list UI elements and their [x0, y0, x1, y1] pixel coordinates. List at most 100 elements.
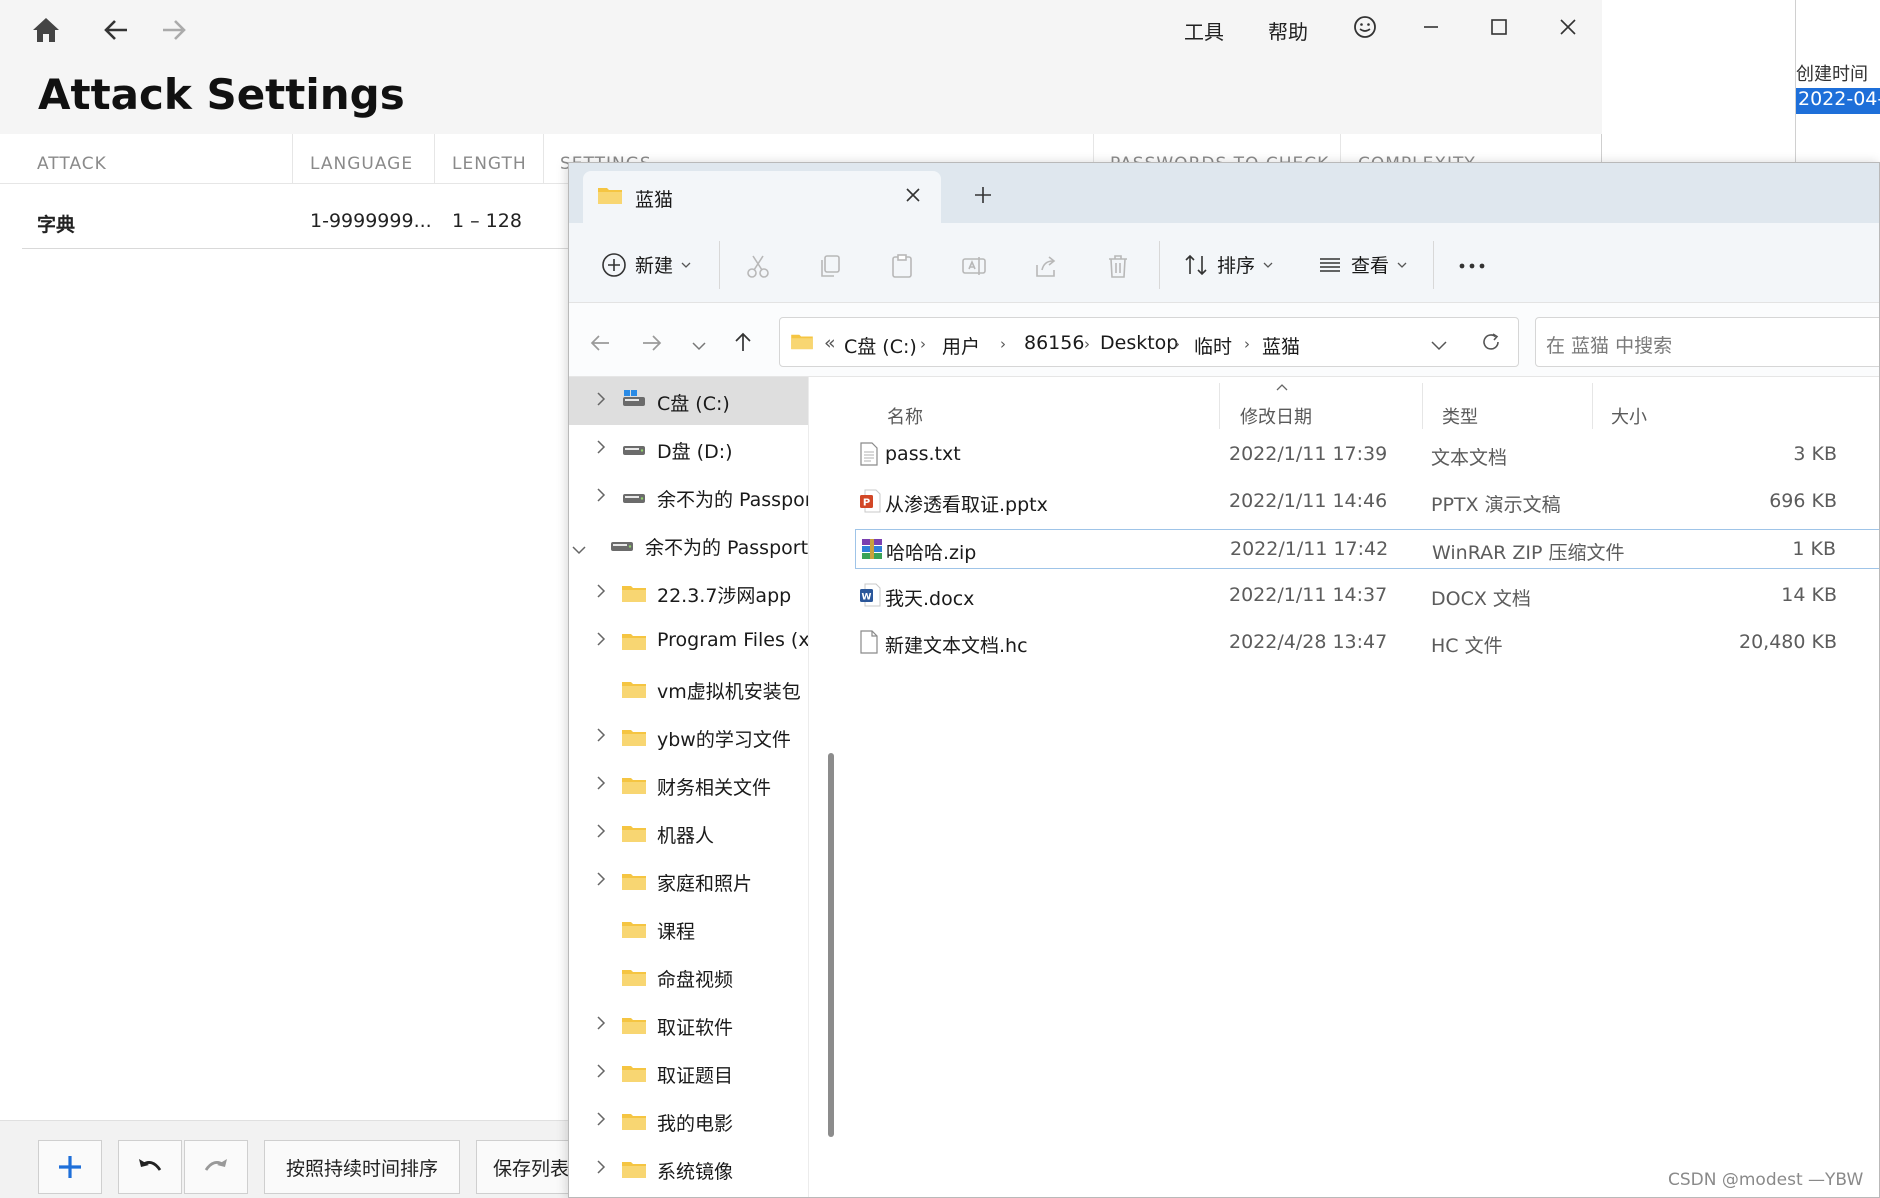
col-size[interactable]: 大小: [1611, 403, 1647, 429]
chevron-right-icon[interactable]: [595, 1110, 607, 1132]
chevron-right-icon[interactable]: [595, 630, 607, 652]
chevron-right-icon[interactable]: [595, 438, 607, 460]
nav-item[interactable]: 课程: [569, 905, 808, 953]
nav-item[interactable]: D盘 (D:): [569, 425, 808, 473]
chevron-right-icon[interactable]: [595, 1158, 607, 1180]
file-row[interactable]: P 从渗透看取证.pptx 2022/1/11 14:46 PPTX 演示文稿 696 …: [855, 482, 1879, 522]
col-name[interactable]: 名称: [887, 403, 923, 429]
share-icon[interactable]: [1033, 253, 1059, 283]
nav-item[interactable]: 财务相关文件: [569, 761, 808, 809]
back-arrow-icon[interactable]: [96, 10, 136, 50]
col-length[interactable]: LENGTH: [452, 154, 527, 174]
nav-item[interactable]: 余不为的 Passport (F: [569, 521, 808, 569]
nav-item[interactable]: 取证软件: [569, 1001, 808, 1049]
nav-forward-icon[interactable]: [641, 333, 663, 357]
cut-icon[interactable]: [745, 253, 771, 283]
col-attack[interactable]: ATTACK: [37, 154, 107, 174]
breadcrumb-separator-icon[interactable]: ›: [1000, 335, 1006, 353]
row-length-cell[interactable]: 1 – 128: [452, 210, 522, 232]
new-tab-plus-icon[interactable]: [973, 185, 993, 209]
home-icon[interactable]: [26, 10, 66, 50]
paste-icon[interactable]: [889, 253, 915, 283]
nav-scrollbar[interactable]: [828, 753, 834, 1137]
col-type[interactable]: 类型: [1442, 403, 1478, 429]
row-language-cell[interactable]: 1-9999999...: [310, 210, 432, 232]
maximize-icon[interactable]: [1484, 12, 1514, 42]
breadcrumb-c-drive[interactable]: C盘 (C:): [844, 332, 917, 359]
add-button[interactable]: [38, 1140, 102, 1194]
nav-item[interactable]: 系统镜像: [569, 1145, 808, 1193]
address-bar[interactable]: « C盘 (C:) › 用户 › 86156 › Desktop › 临时 › …: [779, 317, 1519, 367]
col-language[interactable]: LANGUAGE: [310, 154, 413, 174]
chevron-down-icon[interactable]: [571, 539, 587, 561]
breadcrumb-users[interactable]: 用户: [942, 332, 980, 359]
nav-item[interactable]: C盘 (C:): [569, 377, 808, 425]
close-icon[interactable]: [1553, 12, 1583, 42]
column-divider[interactable]: [1219, 383, 1220, 429]
chevron-right-icon[interactable]: [595, 1014, 607, 1036]
forward-arrow-icon[interactable]: [154, 10, 194, 50]
nav-back-icon[interactable]: [589, 333, 611, 357]
file-row[interactable]: 哈哈哈.zip 2022/1/11 17:42 WinRAR ZIP 压缩文件 1 K…: [855, 529, 1879, 569]
nav-item[interactable]: Program Files (x86: [569, 617, 808, 665]
explorer-tab[interactable]: 蓝猫: [583, 171, 941, 223]
row-attack-cell[interactable]: 字典: [37, 210, 75, 237]
redo-button[interactable]: [184, 1140, 248, 1194]
undo-button[interactable]: [118, 1140, 182, 1194]
breadcrumb-separator-icon[interactable]: ›: [1244, 335, 1250, 353]
breadcrumb-separator-icon[interactable]: ›: [1174, 335, 1180, 353]
new-button[interactable]: 新建: [601, 251, 691, 278]
menu-tools[interactable]: 工具: [1184, 16, 1224, 45]
nav-item[interactable]: 命盘视频: [569, 953, 808, 1001]
chevron-right-icon[interactable]: [595, 1062, 607, 1084]
column-divider[interactable]: [1422, 383, 1423, 429]
nav-item[interactable]: 我的电影: [569, 1097, 808, 1145]
breadcrumb-user-folder[interactable]: 86156: [1024, 332, 1084, 354]
nav-item[interactable]: 取证题目: [569, 1049, 808, 1097]
chevron-right-icon[interactable]: [595, 390, 607, 412]
breadcrumb-separator-icon[interactable]: ›: [920, 335, 926, 353]
copy-icon[interactable]: [817, 253, 843, 283]
menu-help[interactable]: 帮助: [1268, 16, 1308, 45]
file-row[interactable]: pass.txt 2022/1/11 17:39 文本文档 3 KB: [855, 435, 1879, 475]
chevron-right-icon[interactable]: [595, 870, 607, 892]
folder-icon: [621, 1015, 647, 1040]
nav-item[interactable]: vm虚拟机安装包: [569, 665, 808, 713]
selected-date-cell[interactable]: 2022-04-2: [1796, 88, 1880, 114]
toolbar-divider: [1433, 241, 1434, 289]
breadcrumb-desktop[interactable]: Desktop: [1100, 332, 1178, 354]
refresh-icon[interactable]: [1480, 331, 1502, 357]
sort-button[interactable]: 排序: [1183, 251, 1273, 278]
chevron-right-icon[interactable]: [595, 486, 607, 508]
search-input[interactable]: 在 蓝猫 中搜索: [1535, 317, 1879, 367]
created-time-column[interactable]: 创建时间: [1796, 60, 1868, 86]
breadcrumb-temp[interactable]: 临时: [1194, 332, 1232, 359]
rename-icon[interactable]: [961, 253, 987, 283]
view-button[interactable]: 查看: [1317, 251, 1407, 278]
file-row[interactable]: W 我天.docx 2022/1/11 14:37 DOCX 文档 14 KB: [855, 576, 1879, 616]
minimize-icon[interactable]: [1416, 12, 1446, 42]
col-modified[interactable]: 修改日期: [1240, 403, 1312, 429]
address-history-chevron-icon[interactable]: [1430, 336, 1448, 355]
nav-item[interactable]: 家庭和照片: [569, 857, 808, 905]
file-row[interactable]: 新建文本文档.hc 2022/4/28 13:47 HC 文件 20,480 KB: [855, 623, 1879, 663]
nav-item[interactable]: ybw的学习文件: [569, 713, 808, 761]
chevron-right-icon[interactable]: [595, 726, 607, 748]
nav-up-icon[interactable]: [733, 331, 753, 357]
column-divider[interactable]: [1592, 383, 1593, 429]
chevron-right-icon[interactable]: [595, 822, 607, 844]
breadcrumb-separator-icon[interactable]: ›: [1084, 335, 1090, 353]
breadcrumb-overflow[interactable]: «: [824, 332, 836, 354]
sort-by-duration-button[interactable]: 按照持续时间排序: [264, 1140, 460, 1194]
nav-item[interactable]: 机器人: [569, 809, 808, 857]
nav-item[interactable]: 22.3.7涉网app: [569, 569, 808, 617]
more-options-icon[interactable]: [1457, 255, 1487, 281]
recent-locations-chevron-icon[interactable]: [691, 337, 707, 356]
nav-item[interactable]: 余不为的 Passport: [569, 473, 808, 521]
chevron-right-icon[interactable]: [595, 582, 607, 604]
smiley-feedback-icon[interactable]: [1350, 12, 1380, 42]
chevron-right-icon[interactable]: [595, 774, 607, 796]
delete-trash-icon[interactable]: [1105, 253, 1131, 283]
tab-close-icon[interactable]: [905, 187, 921, 207]
breadcrumb-current[interactable]: 蓝猫: [1262, 332, 1300, 359]
